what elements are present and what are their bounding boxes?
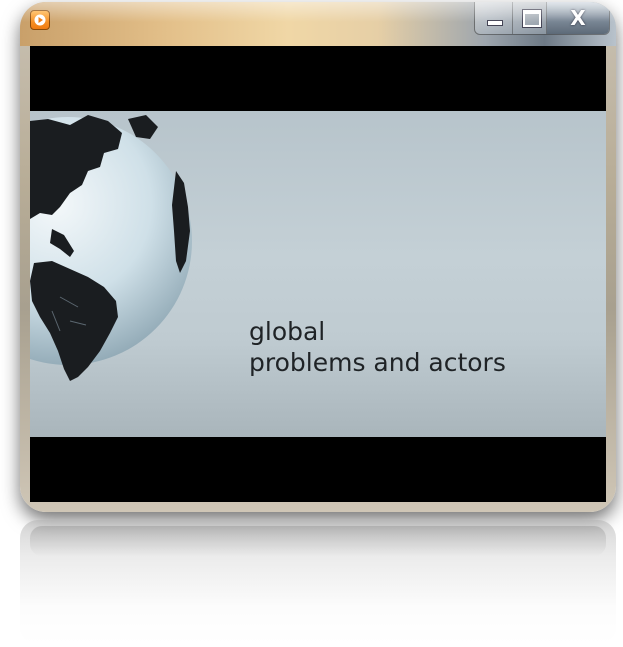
- caption-line-2: problems and actors: [249, 348, 506, 377]
- close-button[interactable]: X: [547, 2, 609, 34]
- caption-line-1: global: [249, 317, 326, 346]
- video-caption: global problems and actors: [249, 316, 506, 378]
- video-area[interactable]: global problems and actors: [30, 46, 606, 502]
- window-controls: X: [474, 2, 610, 35]
- maximize-icon: [523, 10, 541, 27]
- player-window: X global problems and actors: [20, 2, 616, 512]
- media-player-icon[interactable]: [30, 10, 50, 30]
- maximize-button[interactable]: [513, 2, 547, 34]
- title-bar[interactable]: X: [20, 2, 616, 46]
- close-icon: X: [570, 6, 586, 30]
- window-reflection: [20, 520, 616, 645]
- globe-icon: [30, 115, 192, 381]
- minimize-icon: [487, 20, 503, 26]
- play-icon: [34, 14, 46, 26]
- video-frame: global problems and actors: [30, 111, 606, 437]
- minimize-button[interactable]: [475, 2, 513, 34]
